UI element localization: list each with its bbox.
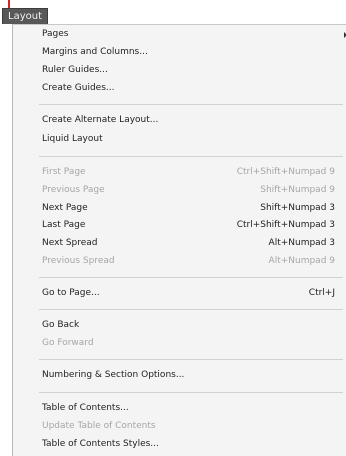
menu-item-label: Create Alternate Layout... xyxy=(42,115,159,125)
layout-dropdown-menu: Pages Margins and Columns... Ruler Guide… xyxy=(12,24,346,456)
menu-item-first-page[interactable]: First Page Ctrl+Shift+Numpad 9 xyxy=(13,164,335,181)
menu-item-label: Margins and Columns... xyxy=(42,47,148,57)
menu-item-numbering-section-options[interactable]: Numbering & Section Options... xyxy=(13,367,335,384)
menu-item-last-page[interactable]: Last Page Ctrl+Shift+Numpad 3 xyxy=(13,217,335,234)
menu-item-label: Previous Page xyxy=(42,185,105,195)
menu-item-next-spread[interactable]: Next Spread Alt+Numpad 3 xyxy=(13,235,335,252)
menu-item-table-of-contents-styles[interactable]: Table of Contents Styles... xyxy=(13,436,335,453)
menu-separator xyxy=(39,156,343,157)
menu-item-label: Create Guides... xyxy=(42,83,115,93)
menu-separator xyxy=(39,392,343,393)
menu-item-label: Go Back xyxy=(42,320,80,330)
menu-item-create-alternate-layout[interactable]: Create Alternate Layout... xyxy=(13,112,335,129)
menu-separator xyxy=(39,104,343,105)
menu-separator xyxy=(39,277,343,278)
menu-item-label: Update Table of Contents xyxy=(42,421,156,431)
menu-item-create-guides[interactable]: Create Guides... xyxy=(13,80,335,97)
menu-item-label: Last Page xyxy=(42,220,86,230)
menu-item-label: Liquid Layout xyxy=(42,134,103,144)
menu-item-shortcut: Ctrl+Shift+Numpad 3 xyxy=(236,220,335,230)
menu-item-update-table-of-contents[interactable]: Update Table of Contents xyxy=(13,418,335,435)
menu-item-next-page[interactable]: Next Page Shift+Numpad 3 xyxy=(13,200,335,217)
menu-item-shortcut: Alt+Numpad 3 xyxy=(268,238,335,248)
menu-item-previous-spread[interactable]: Previous Spread Alt+Numpad 9 xyxy=(13,253,335,270)
menu-item-margins-and-columns[interactable]: Margins and Columns... xyxy=(13,44,335,61)
layout-menu-title[interactable]: Layout xyxy=(2,8,48,24)
menu-item-label: Numbering & Section Options... xyxy=(42,370,185,380)
menu-item-label: Pages xyxy=(42,29,69,39)
menu-item-label: Go to Page... xyxy=(42,288,100,298)
menu-item-shortcut: Shift+Numpad 3 xyxy=(260,203,335,213)
menu-item-go-back[interactable]: Go Back xyxy=(13,317,335,334)
menu-item-shortcut: Ctrl+J xyxy=(308,288,335,298)
menu-item-go-to-page[interactable]: Go to Page... Ctrl+J xyxy=(13,285,335,302)
menu-separator xyxy=(39,309,343,310)
menu-bar: Layout xyxy=(0,8,346,24)
menu-item-pages[interactable]: Pages xyxy=(13,26,346,43)
menu-item-shortcut: Shift+Numpad 9 xyxy=(260,185,335,195)
menu-item-go-forward[interactable]: Go Forward xyxy=(13,335,335,352)
menu-item-label: Next Page xyxy=(42,203,88,213)
menu-item-label: Go Forward xyxy=(42,338,94,348)
menu-item-label: First Page xyxy=(42,167,86,177)
menu-item-table-of-contents[interactable]: Table of Contents... xyxy=(13,400,335,417)
menu-item-shortcut: Ctrl+Shift+Numpad 9 xyxy=(236,167,335,177)
menu-separator xyxy=(39,359,343,360)
menu-item-liquid-layout[interactable]: Liquid Layout xyxy=(13,131,335,148)
menu-item-label: Previous Spread xyxy=(42,256,115,266)
menu-item-label: Next Spread xyxy=(42,238,98,248)
menu-item-ruler-guides[interactable]: Ruler Guides... xyxy=(13,62,335,79)
menu-item-shortcut: Alt+Numpad 9 xyxy=(268,256,335,266)
menu-item-previous-page[interactable]: Previous Page Shift+Numpad 9 xyxy=(13,182,335,199)
menu-item-label: Table of Contents Styles... xyxy=(42,439,159,449)
menu-item-label: Ruler Guides... xyxy=(42,65,108,75)
menu-item-label: Table of Contents... xyxy=(42,403,129,413)
